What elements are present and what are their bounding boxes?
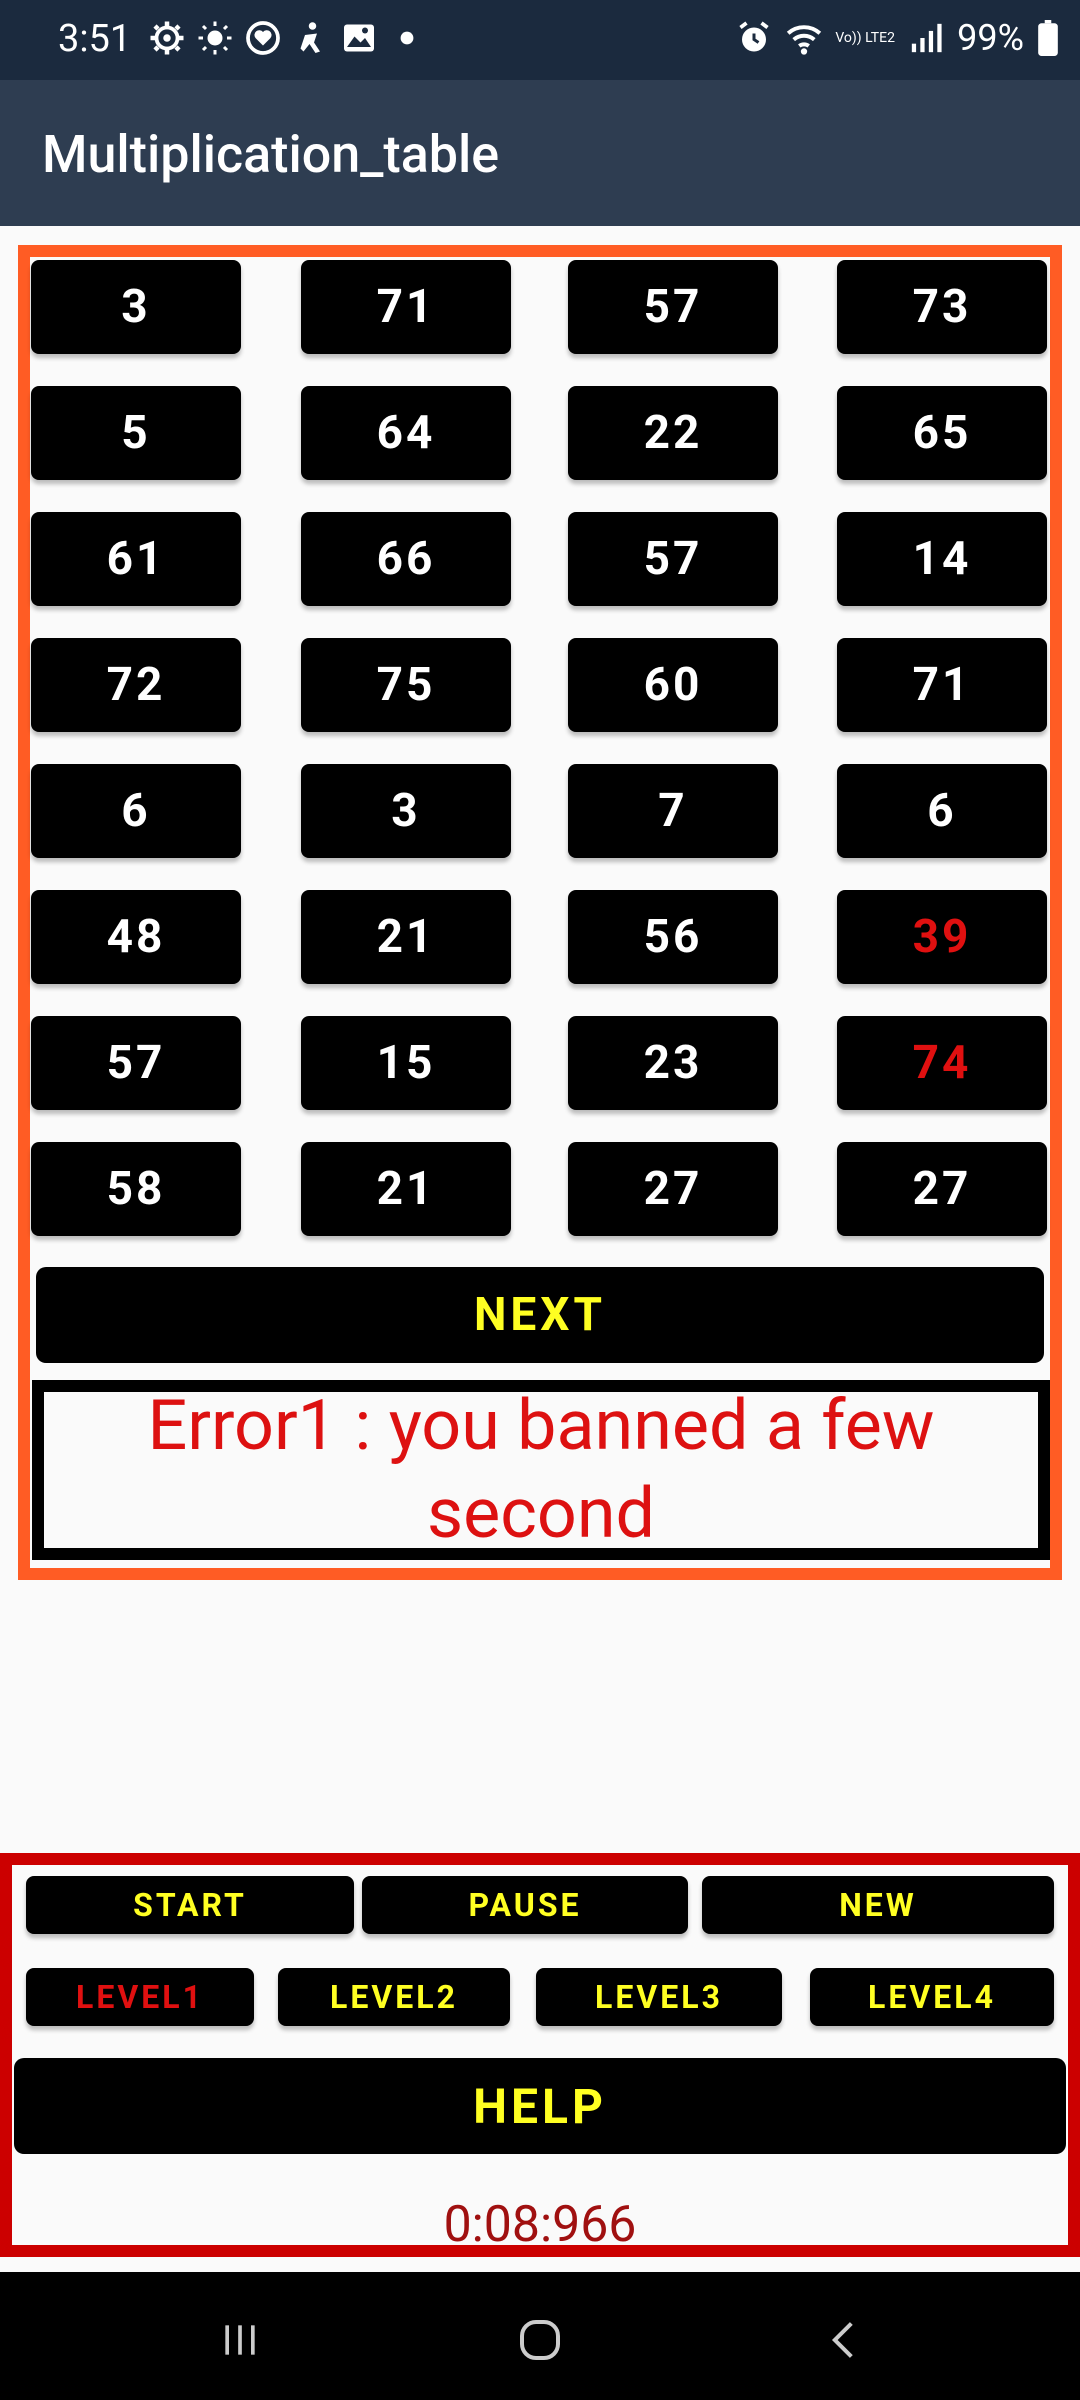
number-button-r2-c2[interactable]: 64 — [301, 386, 511, 480]
number-button-r6-c1[interactable]: 48 — [31, 890, 241, 984]
accessibility-icon — [292, 18, 330, 58]
number-button-r2-c3[interactable]: 22 — [568, 386, 778, 480]
number-button-r7-c2[interactable]: 15 — [301, 1016, 511, 1110]
number-button-r8-c1[interactable]: 58 — [31, 1142, 241, 1236]
alarm-icon — [735, 18, 773, 58]
number-button-r1-c4[interactable]: 73 — [837, 260, 1047, 354]
next-button[interactable]: NEXT — [36, 1267, 1044, 1363]
volte-icon: Vo)) LTE2 — [835, 30, 895, 46]
number-button-r3-c2[interactable]: 66 — [301, 512, 511, 606]
number-button-r6-c4[interactable]: 39 — [837, 890, 1047, 984]
dot-icon — [388, 18, 426, 58]
level3-button[interactable]: LEVEL3 — [536, 1968, 782, 2026]
gear-icon — [148, 18, 186, 58]
number-button-r2-c4[interactable]: 65 — [837, 386, 1047, 480]
number-button-r8-c4[interactable]: 27 — [837, 1142, 1047, 1236]
number-button-r7-c1[interactable]: 57 — [31, 1016, 241, 1110]
recent-apps-icon[interactable] — [210, 2310, 270, 2370]
number-button-r1-c2[interactable]: 71 — [301, 260, 511, 354]
level2-button[interactable]: LEVEL2 — [278, 1968, 510, 2026]
heart-app-icon — [244, 18, 282, 58]
number-button-r1-c1[interactable]: 3 — [31, 260, 241, 354]
number-button-r8-c3[interactable]: 27 — [568, 1142, 778, 1236]
number-button-r6-c3[interactable]: 56 — [568, 890, 778, 984]
home-icon[interactable] — [510, 2310, 570, 2370]
number-button-r3-c3[interactable]: 57 — [568, 512, 778, 606]
app-title: Multiplication_table — [42, 124, 500, 185]
navigation-bar — [0, 2272, 1080, 2400]
signal-icon — [907, 18, 945, 58]
error-message-text: Error1 : you banned a few second — [147, 1385, 935, 1555]
image-icon — [340, 18, 378, 58]
number-button-r7-c3[interactable]: 23 — [568, 1016, 778, 1110]
number-button-r4-c3[interactable]: 60 — [568, 638, 778, 732]
battery-icon — [1036, 18, 1060, 58]
number-button-r6-c2[interactable]: 21 — [301, 890, 511, 984]
number-button-r4-c4[interactable]: 71 — [837, 638, 1047, 732]
new-button[interactable]: NEW — [702, 1876, 1054, 1934]
level4-button[interactable]: LEVEL4 — [810, 1968, 1054, 2026]
battery-percentage: 99% — [957, 17, 1024, 59]
status-bar: 3:51 Vo)) LTE2 99% — [0, 0, 1080, 80]
number-button-r8-c2[interactable]: 21 — [301, 1142, 511, 1236]
pause-button[interactable]: PAUSE — [362, 1876, 688, 1934]
number-button-r5-c3[interactable]: 7 — [568, 764, 778, 858]
number-button-r5-c1[interactable]: 6 — [31, 764, 241, 858]
number-button-r5-c4[interactable]: 6 — [837, 764, 1047, 858]
help-button[interactable]: HELP — [14, 2058, 1066, 2154]
number-button-r4-c2[interactable]: 75 — [301, 638, 511, 732]
number-button-r1-c3[interactable]: 57 — [568, 260, 778, 354]
timer-display: 0:08:966 — [443, 2196, 637, 2254]
wifi-icon — [785, 18, 823, 58]
level1-button[interactable]: LEVEL1 — [26, 1968, 254, 2026]
number-button-r2-c1[interactable]: 5 — [31, 386, 241, 480]
number-button-r5-c2[interactable]: 3 — [301, 764, 511, 858]
status-time: 3:51 — [58, 17, 132, 61]
back-icon[interactable] — [814, 2310, 874, 2370]
app-bar: Multiplication_table — [0, 80, 1080, 226]
start-button[interactable]: START — [26, 1876, 354, 1934]
error-message: Error1 : you banned a few second — [32, 1380, 1050, 1560]
number-button-r3-c1[interactable]: 61 — [31, 512, 241, 606]
number-button-r3-c4[interactable]: 14 — [837, 512, 1047, 606]
number-button-r4-c1[interactable]: 72 — [31, 638, 241, 732]
brightness-icon — [196, 18, 234, 58]
number-button-r7-c4[interactable]: 74 — [837, 1016, 1047, 1110]
